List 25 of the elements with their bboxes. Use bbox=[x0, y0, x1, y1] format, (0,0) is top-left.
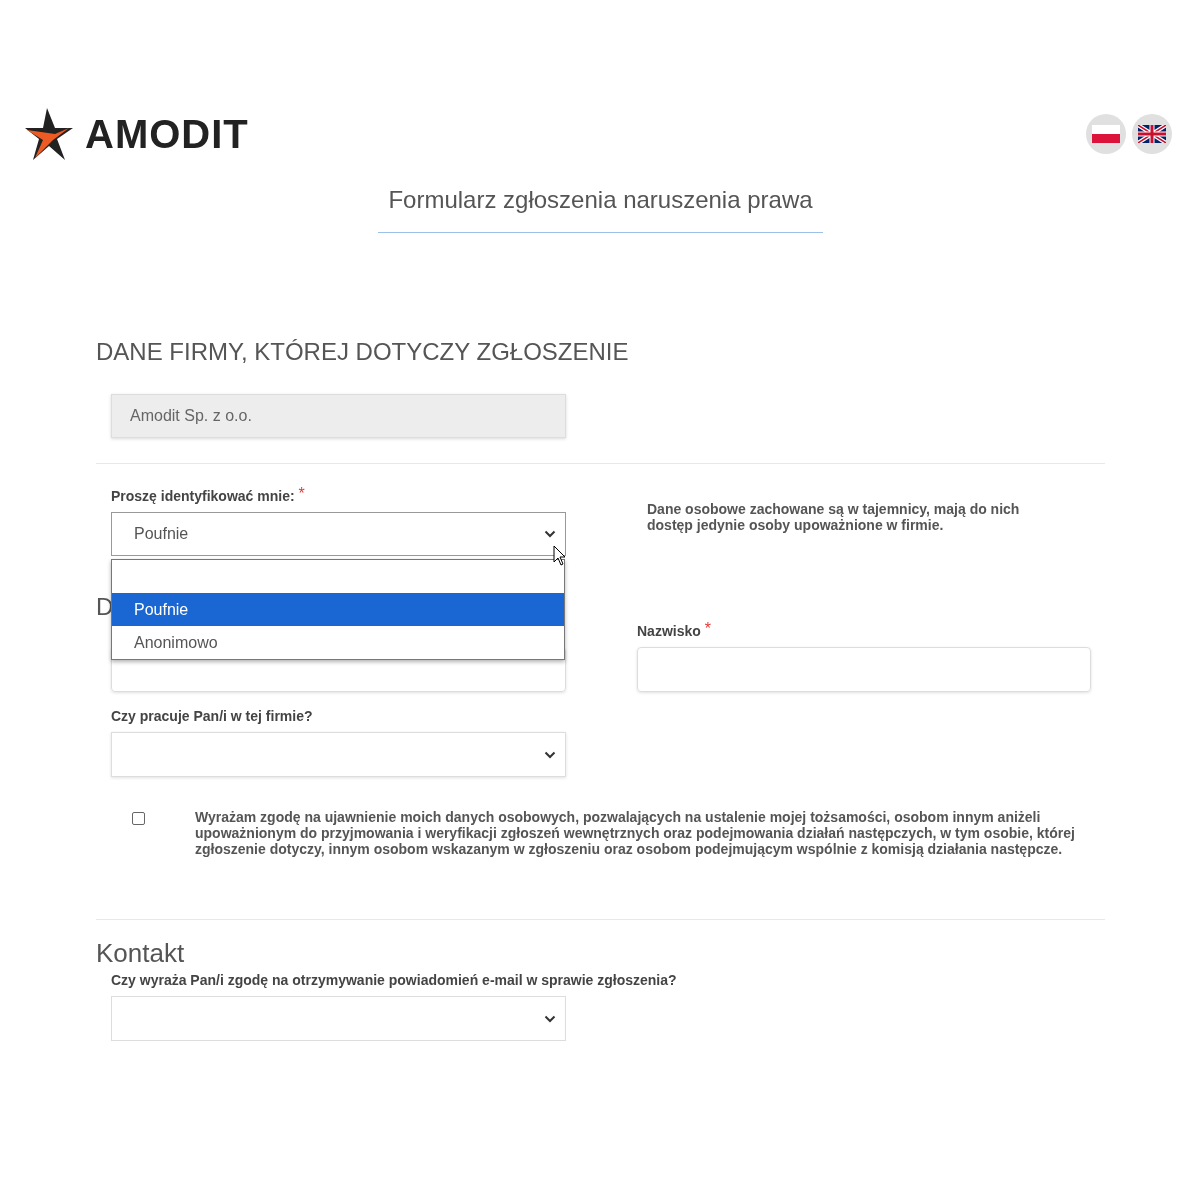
field-label: Czy wyraża Pan/i zgodę na otrzymywanie powiadomień e-mail w sprawie zgłoszenia? bbox=[111, 971, 677, 989]
required-mark: * bbox=[704, 622, 712, 636]
language-button[interactable] bbox=[1132, 114, 1172, 154]
surname-input[interactable] bbox=[637, 647, 1091, 692]
chevron-down-icon bbox=[544, 1014, 556, 1023]
dropdown-option[interactable]: Poufnie bbox=[112, 593, 564, 626]
chevron-down-icon bbox=[544, 750, 556, 759]
field-label: Czy pracuje Pan/i w tej firmie? bbox=[111, 707, 313, 725]
star-logo-icon bbox=[25, 108, 73, 160]
brand-name: AMODIT bbox=[85, 114, 249, 154]
company-field: Amodit Sp. z o.o. bbox=[111, 394, 566, 438]
identify-select[interactable]: Poufnie bbox=[111, 512, 566, 556]
field-label: Proszę identyfikować mnie: bbox=[111, 487, 295, 505]
uk-flag-icon bbox=[1138, 125, 1166, 143]
chevron-down-icon bbox=[544, 530, 556, 538]
section-heading: DANE FIRMY, KTÓREJ DOTYCZY ZGŁOSZENIE bbox=[96, 337, 630, 367]
field-label: Nazwisko bbox=[637, 622, 701, 640]
form-title: Formularz zgłoszenia naruszenia prawa bbox=[378, 182, 823, 233]
polish-flag-icon bbox=[1092, 125, 1120, 143]
privacy-note: Dane osobowe zachowane są w tajemnicy, mają do nich dostęp jedynie osoby upoważnione w firmie. bbox=[647, 501, 1021, 535]
required-mark: * bbox=[298, 487, 305, 501]
section-heading: Kontakt bbox=[96, 938, 185, 968]
consent-text: Wyrażam zgodę na ujawnienie moich danych osobowych, pozwalających na ustalenie mojej tożsamości, osobom innym aniżeli upoważnionym do przyjmowania i weryfikacji zgłoszeń wewnętrznych oraz podejmowania działań następczych, w tym osobie, której zgłoszenie dotyczy, innym osobom wskazanym w zgłoszeniu oraz osobom podejmującym wspólnie z komisją działania następcze. bbox=[195, 809, 1076, 857]
consent-checkbox[interactable] bbox=[132, 812, 145, 825]
dropdown-option[interactable]: Anonimowo bbox=[112, 626, 564, 659]
